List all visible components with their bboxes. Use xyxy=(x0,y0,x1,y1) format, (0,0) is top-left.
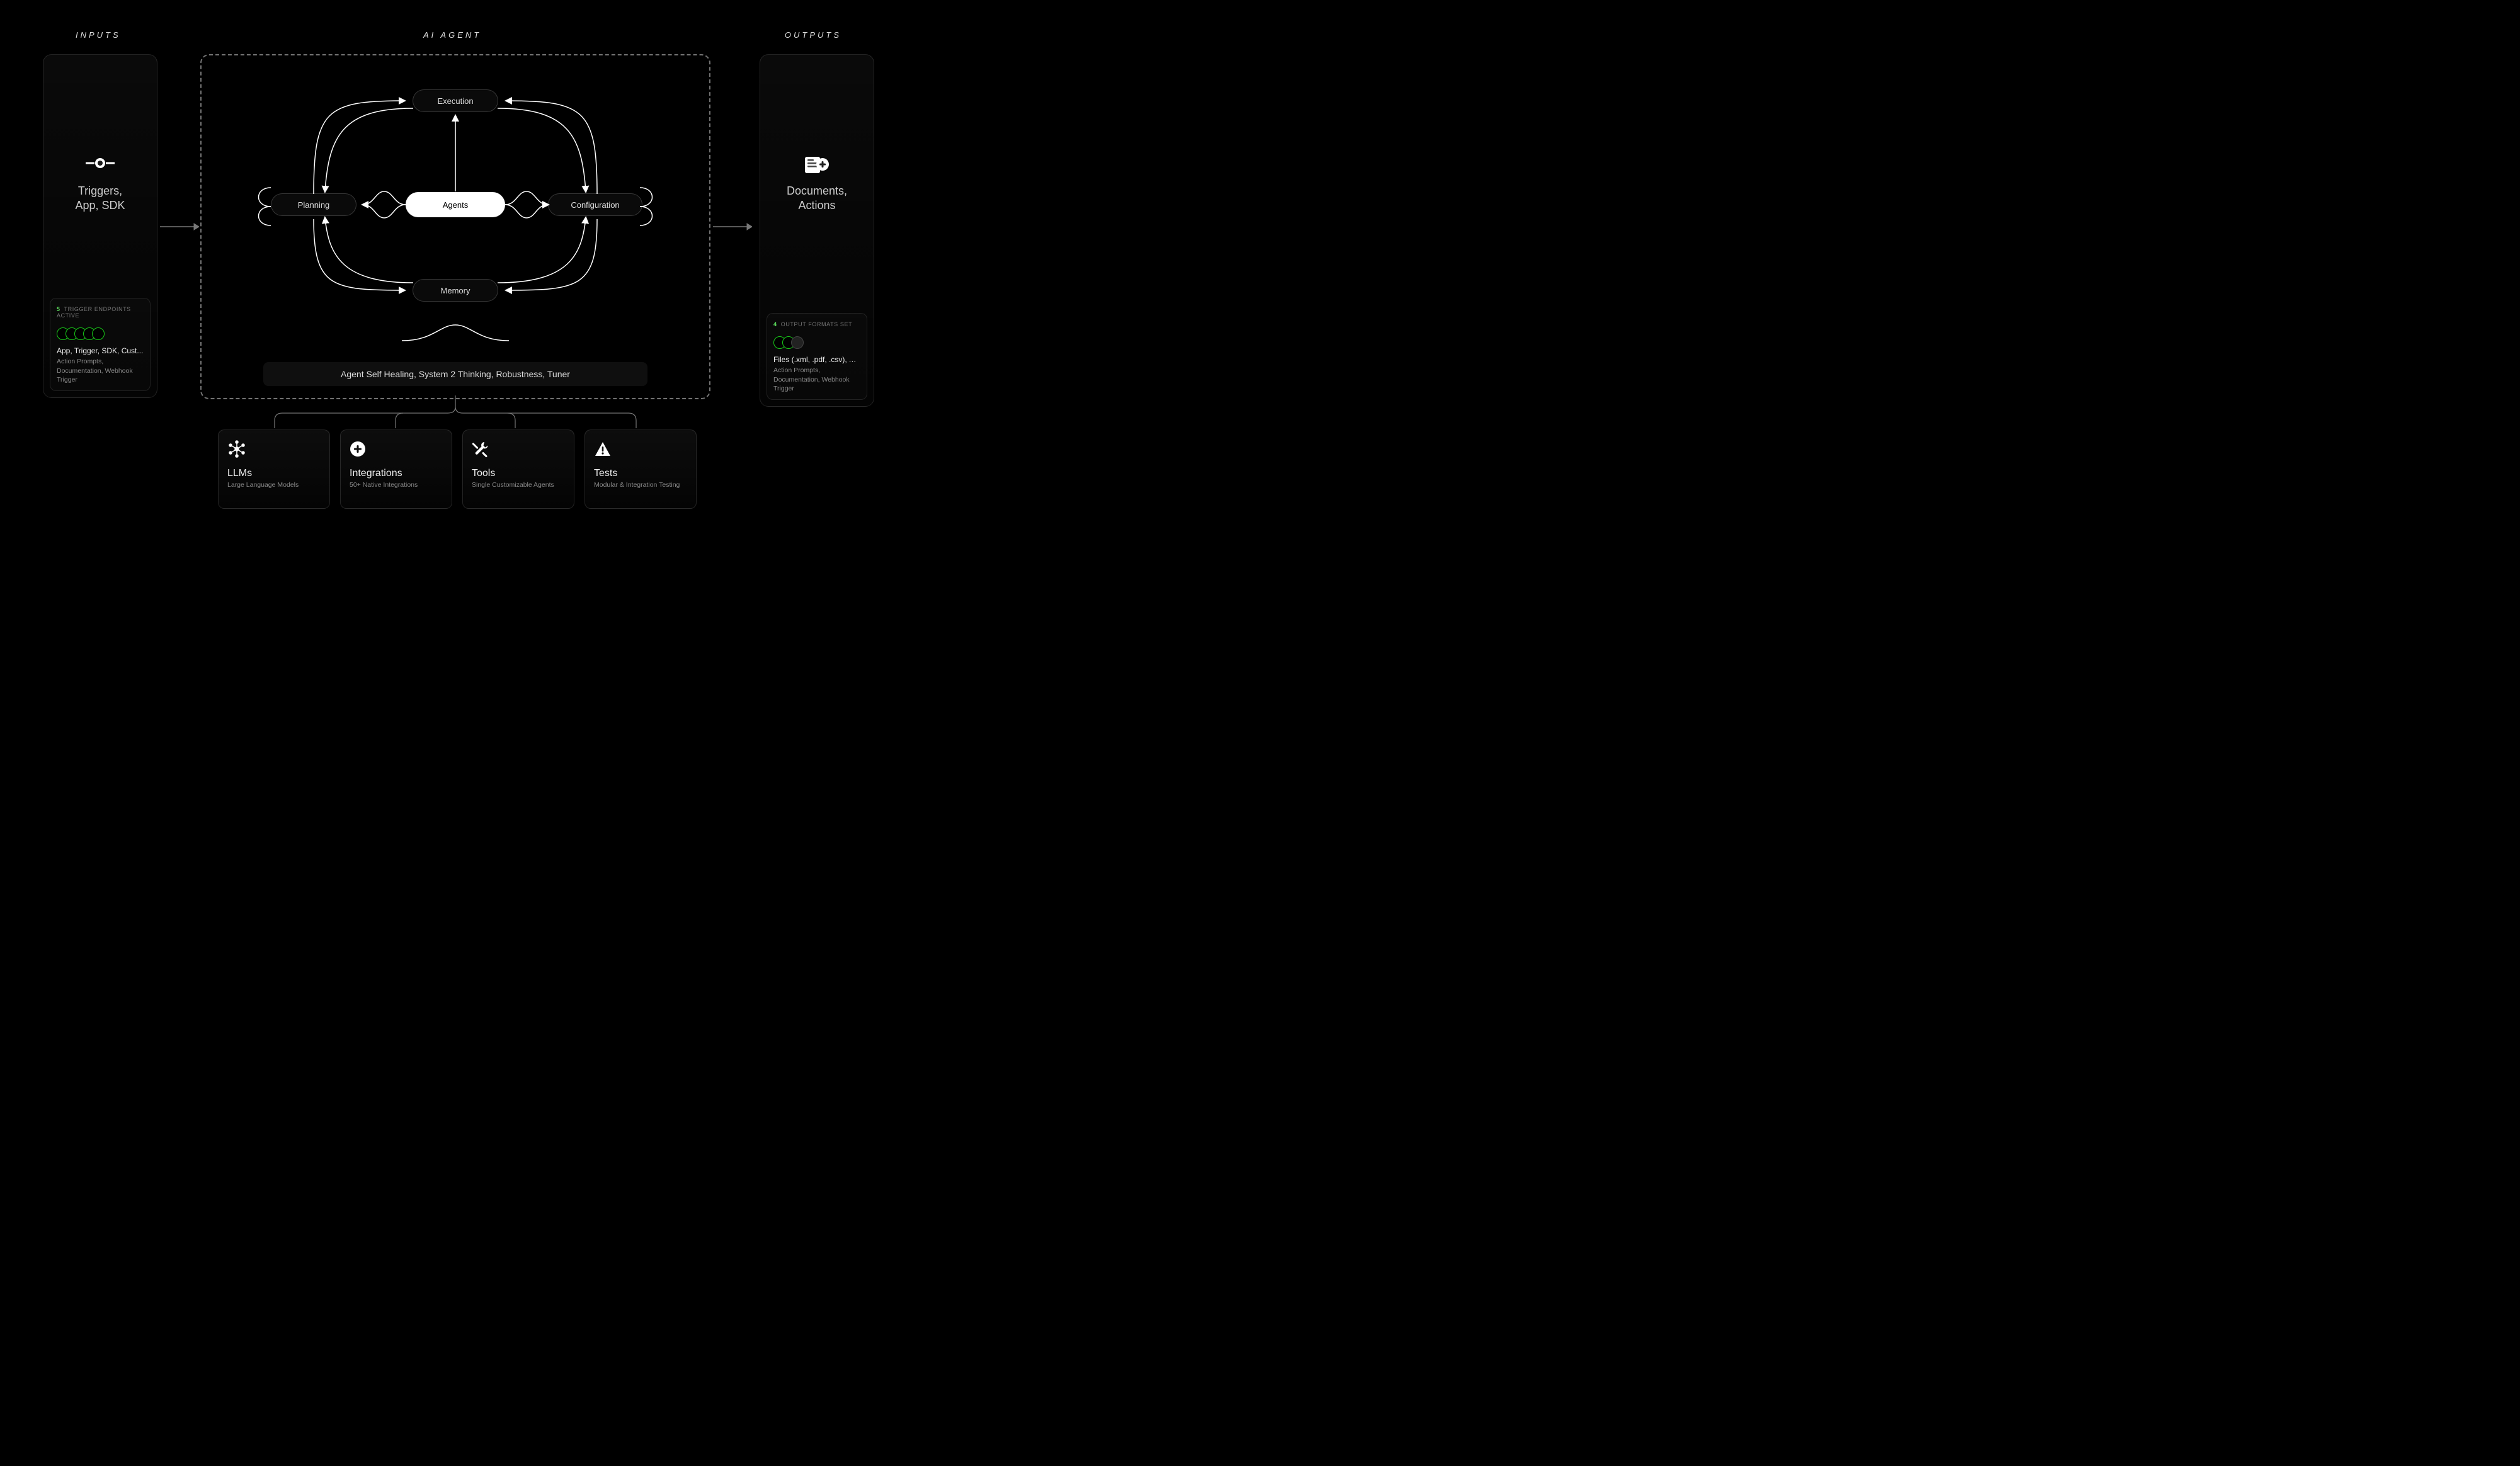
subcards-row: LLMs Large Language Models Integrations … xyxy=(218,429,697,509)
outputs-status-main: Files (.xml, .pdf, .csv), Ac... xyxy=(773,355,860,364)
agent-heading: AI AGENT xyxy=(423,30,481,40)
document-plus-icon xyxy=(804,156,830,178)
inputs-title: Triggers, App, SDK xyxy=(50,184,151,213)
outputs-dot-row xyxy=(773,336,860,349)
subcard-tools: Tools Single Customizable Agents xyxy=(462,429,574,509)
arrow-inputs-to-agent xyxy=(160,222,199,232)
inputs-dot-row xyxy=(57,327,144,340)
plus-circle-icon xyxy=(350,439,443,459)
node-agents: Agents xyxy=(406,192,505,217)
inputs-status-header: 5 TRIGGER ENDPOINTS ACTIVE xyxy=(57,306,144,319)
subcard-tests: Tests Modular & Integration Testing xyxy=(584,429,697,509)
node-configuration: Configuration xyxy=(548,193,642,216)
subcard-sub: Large Language Models xyxy=(227,481,321,489)
inputs-heading: INPUTS xyxy=(76,30,121,40)
outputs-status-sub: Action Prompts, Documentation, Webhook T… xyxy=(773,366,860,393)
node-planning: Planning xyxy=(271,193,356,216)
inputs-panel: Triggers, App, SDK 5 TRIGGER ENDPOINTS A… xyxy=(43,54,157,398)
outputs-status-count: 4 xyxy=(773,321,777,327)
inputs-status-label: TRIGGER ENDPOINTS ACTIVE xyxy=(57,306,131,319)
inputs-status-main: App, Trigger, SDK, Cust... xyxy=(57,346,144,355)
subcard-sub: 50+ Native Integrations xyxy=(350,481,443,489)
subcard-integrations: Integrations 50+ Native Integrations xyxy=(340,429,452,509)
subcard-llms: LLMs Large Language Models xyxy=(218,429,330,509)
subcard-title: LLMs xyxy=(227,468,321,479)
node-memory: Memory xyxy=(413,279,498,302)
network-icon xyxy=(227,439,321,459)
outputs-status-card: 4 OUTPUT FORMATS SET Files (.xml, .pdf, … xyxy=(767,313,867,400)
node-execution: Execution xyxy=(413,89,498,112)
outputs-status-header: 4 OUTPUT FORMATS SET xyxy=(773,321,860,327)
arrow-agent-to-outputs xyxy=(713,222,752,232)
inputs-status-sub: Action Prompts, Documentation, Webhook T… xyxy=(57,357,144,384)
outputs-status-label: OUTPUT FORMATS SET xyxy=(781,321,852,327)
tools-icon xyxy=(472,439,565,459)
agent-to-subcards-connector xyxy=(200,395,710,433)
inputs-status-card: 5 TRIGGER ENDPOINTS ACTIVE App, Trigger,… xyxy=(50,298,151,391)
features-bar: Agent Self Healing, System 2 Thinking, R… xyxy=(263,362,647,386)
subcard-sub: Single Customizable Agents xyxy=(472,481,565,489)
outputs-panel: Documents, Actions 4 OUTPUT FORMATS SET … xyxy=(760,54,874,407)
subcard-title: Tests xyxy=(594,468,687,479)
subcard-sub: Modular & Integration Testing xyxy=(594,481,687,489)
warning-icon xyxy=(594,439,687,459)
outputs-title: Documents, Actions xyxy=(767,184,867,213)
outputs-heading: OUTPUTS xyxy=(785,30,841,40)
inputs-status-count: 5 xyxy=(57,306,60,312)
subcard-title: Tools xyxy=(472,468,565,479)
subcard-title: Integrations xyxy=(350,468,443,479)
commit-icon xyxy=(86,156,115,174)
